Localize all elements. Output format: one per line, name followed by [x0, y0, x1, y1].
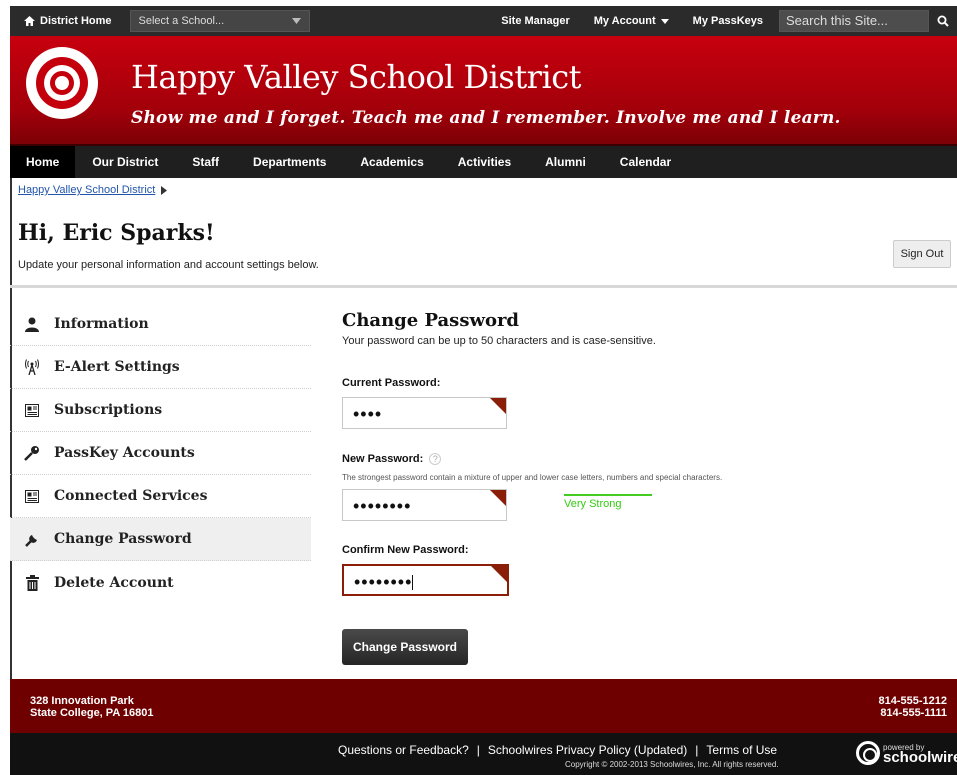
site-tagline: Show me and I forget. Teach me and I rem… — [131, 108, 841, 128]
page-title: Hi, Eric Sparks! — [18, 220, 215, 246]
footer-phones: 814-555-1212 814-555-1111 — [878, 695, 947, 719]
nav-item-academics[interactable]: Academics — [343, 146, 440, 178]
search-button[interactable] — [929, 6, 957, 36]
confirm-password-value: •••••••• — [354, 572, 413, 592]
feedback-link[interactable]: Questions or Feedback? — [338, 743, 469, 757]
copyright: Copyright © 2002-2013 Schoolwires, Inc. … — [565, 760, 779, 769]
help-icon[interactable]: ? — [429, 453, 442, 465]
trash-icon — [10, 574, 54, 591]
footer: 328 Innovation Park State College, PA 16… — [10, 679, 957, 733]
utility-bar: District Home Select a School... Site Ma… — [10, 6, 957, 36]
site-header: Happy Valley School District Show me and… — [10, 36, 957, 144]
change-password-button[interactable]: Change Password — [342, 629, 468, 665]
sidebar-item-e-alert-settings[interactable]: E-Alert Settings — [10, 346, 311, 389]
footer-links: Questions or Feedback? | Schoolwires Pri… — [338, 743, 777, 757]
nav-item-alumni[interactable]: Alumni — [528, 146, 603, 178]
powered-by-badge[interactable]: powered by schoolwires — [856, 741, 957, 765]
sidebar-item-delete-account[interactable]: Delete Account — [10, 561, 311, 604]
search-icon — [937, 15, 949, 27]
phone-1: 814-555-1212 — [878, 695, 947, 707]
address-line-2: State College, PA 16801 — [30, 707, 154, 719]
newspaper-icon — [10, 489, 54, 503]
sidebar-item-change-password[interactable]: Change Password — [10, 518, 311, 561]
footer-bottom-bar: Questions or Feedback? | Schoolwires Pri… — [10, 733, 957, 775]
confirm-password-field[interactable]: •••••••• — [342, 564, 509, 596]
password-strength-text: Very Strong — [564, 498, 622, 510]
nav-item-home[interactable]: Home — [10, 146, 76, 178]
current-password-label: Current Password: — [342, 377, 441, 389]
form-title: Change Password — [342, 310, 520, 331]
sidebar-item-label: Connected Services — [54, 488, 208, 504]
breadcrumb-link-district[interactable]: Happy Valley School District — [18, 184, 155, 196]
confirm-password-label: Confirm New Password: — [342, 544, 469, 556]
sidebar-item-subscriptions[interactable]: Subscriptions — [10, 389, 311, 432]
separator: | — [476, 743, 480, 757]
my-passkeys-link[interactable]: My PassKeys — [681, 15, 775, 27]
text-caret — [412, 575, 414, 590]
school-select[interactable]: Select a School... — [129, 10, 310, 32]
footer-address: 328 Innovation Park State College, PA 16… — [30, 695, 154, 719]
new-password-field[interactable]: •••••••• — [342, 489, 507, 521]
terms-of-use-link[interactable]: Terms of Use — [706, 743, 777, 757]
sign-out-button[interactable]: Sign Out — [893, 240, 951, 268]
powered-by-text: powered by schoolwires — [883, 743, 957, 766]
form-description: Your password can be up to 50 characters… — [342, 335, 656, 347]
key-icon — [10, 445, 54, 461]
nav-item-staff[interactable]: Staff — [175, 146, 236, 178]
breadcrumb: Happy Valley School District — [18, 184, 168, 196]
privacy-policy-link[interactable]: Schoolwires Privacy Policy (Updated) — [488, 743, 687, 757]
person-icon — [10, 317, 54, 332]
phone-2: 814-555-1111 — [880, 707, 947, 719]
newspaper-icon — [10, 403, 54, 417]
district-home-label: District Home — [40, 15, 112, 27]
main-nav: Home Our District Staff Departments Acad… — [10, 144, 957, 178]
my-account-label: My Account — [593, 15, 656, 27]
brand-name: schoolwires — [883, 749, 957, 766]
sidebar-item-label: Change Password — [54, 531, 192, 547]
sidebar-item-label: PassKey Accounts — [54, 445, 195, 461]
site-manager-link[interactable]: Site Manager — [489, 15, 581, 27]
sidebar-item-connected-services[interactable]: Connected Services — [10, 475, 311, 518]
district-logo[interactable] — [26, 47, 98, 119]
schoolwires-logo-icon — [856, 741, 880, 765]
account-sidebar: Information E-Alert Settings Subscriptio… — [10, 303, 311, 604]
district-home-link[interactable]: District Home — [10, 15, 124, 27]
wrench-icon — [10, 532, 54, 547]
new-password-label-text: New Password: — [342, 453, 424, 465]
page-subtitle: Update your personal information and acc… — [18, 259, 319, 271]
chevron-down-icon — [291, 18, 301, 24]
chevron-right-icon — [161, 185, 168, 195]
sidebar-item-label: Subscriptions — [54, 402, 163, 418]
address-line-1: 328 Innovation Park — [30, 695, 134, 707]
password-strength-bar — [564, 494, 652, 496]
nav-item-calendar[interactable]: Calendar — [603, 146, 688, 178]
new-password-label: New Password: ? — [342, 453, 442, 465]
sidebar-item-label: Information — [54, 316, 149, 332]
new-password-hint: The strongest password contain a mixture… — [342, 473, 723, 482]
sidebar-item-passkey-accounts[interactable]: PassKey Accounts — [10, 432, 311, 475]
site-search-input[interactable]: Search this Site... — [779, 10, 929, 32]
school-select-value: Select a School... — [138, 15, 225, 27]
nav-item-departments[interactable]: Departments — [236, 146, 343, 178]
antenna-icon — [10, 359, 54, 375]
nav-item-our-district[interactable]: Our District — [75, 146, 175, 178]
sidebar-item-information[interactable]: Information — [10, 303, 311, 346]
my-account-menu[interactable]: My Account — [582, 15, 681, 27]
divider — [10, 285, 957, 288]
nav-item-activities[interactable]: Activities — [441, 146, 528, 178]
site-title[interactable]: Happy Valley School District — [131, 58, 581, 96]
home-icon — [24, 16, 35, 26]
current-password-field[interactable]: •••• — [342, 397, 507, 429]
sidebar-item-label: E-Alert Settings — [54, 359, 180, 375]
chevron-down-icon — [660, 18, 669, 24]
separator: | — [695, 743, 699, 757]
sidebar-item-label: Delete Account — [54, 574, 174, 591]
